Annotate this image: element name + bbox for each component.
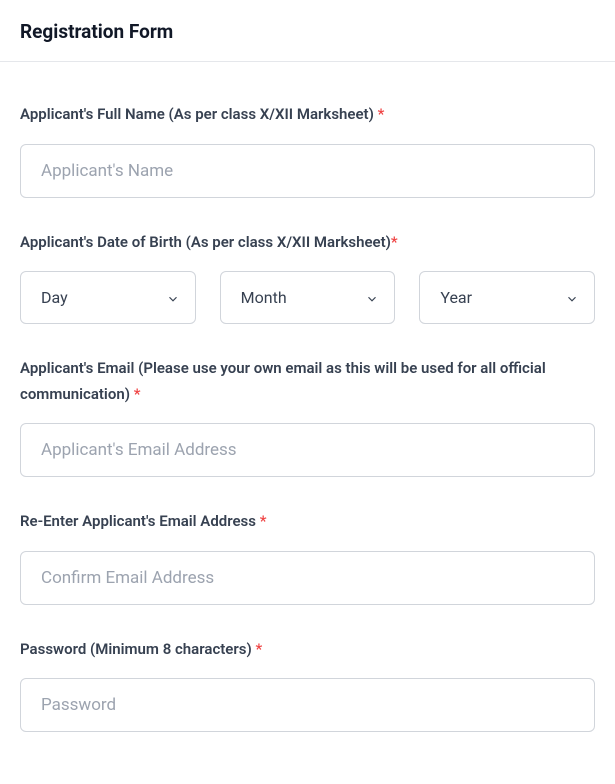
required-marker: * — [255, 640, 262, 658]
dob-label-text: Applicant's Date of Birth (As per class … — [20, 233, 391, 251]
full-name-input[interactable] — [20, 144, 595, 198]
required-marker: * — [134, 385, 141, 403]
page-title: Registration Form — [20, 20, 595, 43]
full-name-group: Applicant's Full Name (As per class X/XI… — [20, 102, 595, 198]
form-header: Registration Form — [0, 0, 615, 62]
dob-label: Applicant's Date of Birth (As per class … — [20, 230, 595, 256]
email-label: Applicant's Email (Please use your own e… — [20, 356, 595, 407]
confirm-email-label: Re-Enter Applicant's Email Address * — [20, 509, 595, 535]
day-select-wrapper: Day — [20, 271, 196, 324]
year-select[interactable]: Year — [419, 271, 595, 324]
password-group: Password (Minimum 8 characters) * — [20, 637, 595, 733]
password-label: Password (Minimum 8 characters) * — [20, 637, 595, 663]
confirm-email-input[interactable] — [20, 551, 595, 605]
email-group: Applicant's Email (Please use your own e… — [20, 356, 595, 477]
day-select[interactable]: Day — [20, 271, 196, 324]
password-label-text: Password (Minimum 8 characters) — [20, 640, 255, 658]
confirm-email-label-text: Re-Enter Applicant's Email Address — [20, 512, 260, 530]
email-label-text: Applicant's Email (Please use your own e… — [20, 359, 546, 403]
month-select[interactable]: Month — [220, 271, 396, 324]
dob-row: Day Month Year — [20, 271, 595, 324]
dob-group: Applicant's Date of Birth (As per class … — [20, 230, 595, 325]
form-container: Applicant's Full Name (As per class X/XI… — [0, 62, 615, 784]
year-select-wrapper: Year — [419, 271, 595, 324]
required-marker: * — [260, 512, 267, 530]
confirm-email-group: Re-Enter Applicant's Email Address * — [20, 509, 595, 605]
required-marker: * — [378, 105, 385, 123]
email-input[interactable] — [20, 423, 595, 477]
password-input[interactable] — [20, 678, 595, 732]
month-select-wrapper: Month — [220, 271, 396, 324]
full-name-label: Applicant's Full Name (As per class X/XI… — [20, 102, 595, 128]
required-marker: * — [391, 233, 398, 251]
full-name-label-text: Applicant's Full Name (As per class X/XI… — [20, 105, 378, 123]
